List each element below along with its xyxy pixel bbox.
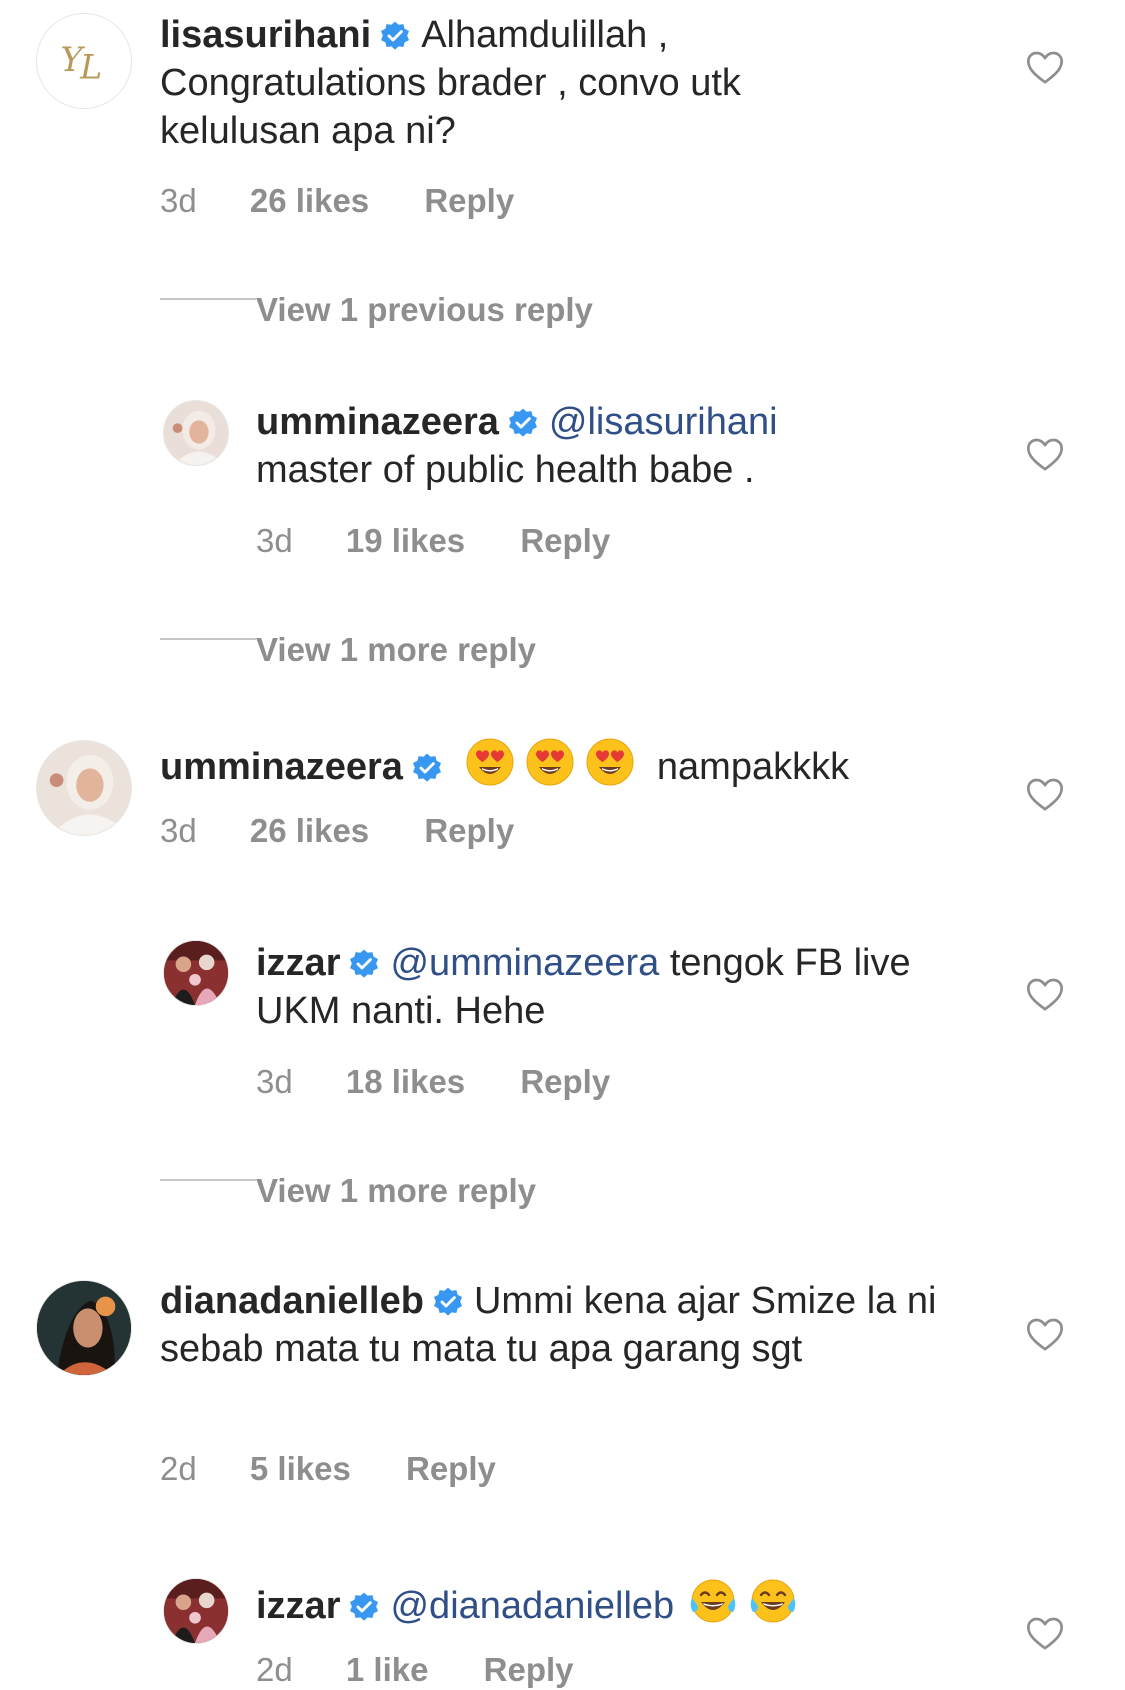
comment-time[interactable]: 2d xyxy=(160,1449,197,1489)
heart-eyes-emoji xyxy=(465,737,515,787)
view-replies-button[interactable]: View 1 more reply xyxy=(160,630,536,670)
comment-likes[interactable]: 5 likes xyxy=(250,1449,351,1489)
reply-button[interactable]: Reply xyxy=(520,521,610,561)
comment-meta: 3d 26 likes Reply xyxy=(160,181,514,221)
verified-badge-icon xyxy=(507,407,539,439)
verified-badge-icon xyxy=(348,1591,380,1623)
heart-outline-icon[interactable] xyxy=(1025,48,1065,88)
comment-likes[interactable]: 1 like xyxy=(346,1650,429,1690)
reply-button[interactable]: Reply xyxy=(424,811,514,851)
avatar[interactable] xyxy=(36,740,132,836)
comment-time[interactable]: 3d xyxy=(160,181,197,221)
heart-eyes-emoji xyxy=(585,737,635,787)
comment-username[interactable]: lisasurihani xyxy=(160,14,371,56)
heart-outline-icon[interactable] xyxy=(1025,775,1065,815)
avatar-image xyxy=(37,741,131,835)
comment-body: lisasurihani Alhamdulillah , Congratulati… xyxy=(160,11,860,155)
verified-badge-icon xyxy=(411,752,443,784)
divider xyxy=(160,297,256,300)
view-replies-label: View 1 more reply xyxy=(256,631,537,668)
avatar[interactable] xyxy=(163,400,229,466)
divider xyxy=(160,637,256,640)
comment-time[interactable]: 3d xyxy=(160,811,197,851)
heart-outline-icon[interactable] xyxy=(1025,435,1065,475)
comment-meta: 3d 18 likes Reply xyxy=(256,1062,610,1102)
avatar[interactable] xyxy=(163,940,229,1006)
comment-body: umminazeera @lisasurihani master of public… xyxy=(256,398,956,494)
avatar-image xyxy=(164,1579,228,1643)
view-replies-button[interactable]: View 1 previous reply xyxy=(160,290,593,330)
avatar-image xyxy=(164,941,228,1005)
reply-button[interactable]: Reply xyxy=(424,181,514,221)
mention-link[interactable]: @umminazeera xyxy=(390,942,659,984)
heart-outline-icon[interactable] xyxy=(1025,1614,1065,1654)
comment-meta: 2d 5 likes Reply xyxy=(160,1449,496,1489)
comment-time[interactable]: 3d xyxy=(256,1062,293,1102)
comment-time[interactable]: 3d xyxy=(256,521,293,561)
tears-of-joy-emoji xyxy=(748,1576,798,1626)
mention-link[interactable]: @dianadanielleb xyxy=(390,1585,674,1627)
comment-username[interactable]: izzar xyxy=(256,942,340,984)
view-replies-button[interactable]: View 1 more reply xyxy=(160,1171,536,1211)
avatar[interactable] xyxy=(163,1578,229,1644)
comment-body: izzar @dianadanielleb xyxy=(256,1576,956,1630)
comment-username[interactable]: umminazeera xyxy=(160,746,403,788)
comment-text: nampakkkk xyxy=(656,746,850,788)
verified-badge-icon xyxy=(348,948,380,980)
heart-outline-icon[interactable] xyxy=(1025,975,1065,1015)
comment-meta: 2d 1 like Reply xyxy=(256,1650,574,1690)
verified-badge-icon xyxy=(379,20,411,52)
divider xyxy=(160,1178,256,1181)
avatar[interactable]: Y L xyxy=(36,13,132,109)
mention-link[interactable]: @lisasurihani xyxy=(549,401,778,443)
comment-body: umminazeera nampakkkk xyxy=(160,737,960,791)
comment-username[interactable]: izzar xyxy=(256,1585,340,1627)
comment-body: izzar @umminazeera tengok FB live UKM nan… xyxy=(256,939,956,1035)
reply-button[interactable]: Reply xyxy=(484,1650,574,1690)
verified-badge-icon xyxy=(432,1286,464,1318)
reply-button[interactable]: Reply xyxy=(406,1449,496,1489)
comment-likes[interactable]: 26 likes xyxy=(250,181,369,221)
comment-likes[interactable]: 19 likes xyxy=(346,521,465,561)
comment-likes[interactable]: 26 likes xyxy=(250,811,369,851)
heart-outline-icon[interactable] xyxy=(1025,1315,1065,1355)
comment-username[interactable]: dianadanielleb xyxy=(160,1280,424,1322)
avatar-image xyxy=(37,1281,131,1375)
comment-time[interactable]: 2d xyxy=(256,1650,293,1690)
tears-of-joy-emoji xyxy=(688,1576,738,1626)
comment-body: dianadanielleb Ummi kena ajar Smize la ni… xyxy=(160,1277,960,1373)
comment-likes[interactable]: 18 likes xyxy=(346,1062,465,1102)
reply-button[interactable]: Reply xyxy=(520,1062,610,1102)
avatar-image xyxy=(164,401,228,465)
avatar[interactable] xyxy=(36,1280,132,1376)
avatar-image: Y L xyxy=(37,14,131,108)
svg-text:L: L xyxy=(79,48,102,87)
view-replies-label: View 1 previous reply xyxy=(256,291,593,328)
comment-meta: 3d 26 likes Reply xyxy=(160,811,514,851)
comment-username[interactable]: umminazeera xyxy=(256,401,499,443)
heart-eyes-emoji xyxy=(525,737,575,787)
comment-meta: 3d 19 likes Reply xyxy=(256,521,610,561)
view-replies-label: View 1 more reply xyxy=(256,1172,537,1209)
comment-text: master of public health babe . xyxy=(256,449,755,491)
